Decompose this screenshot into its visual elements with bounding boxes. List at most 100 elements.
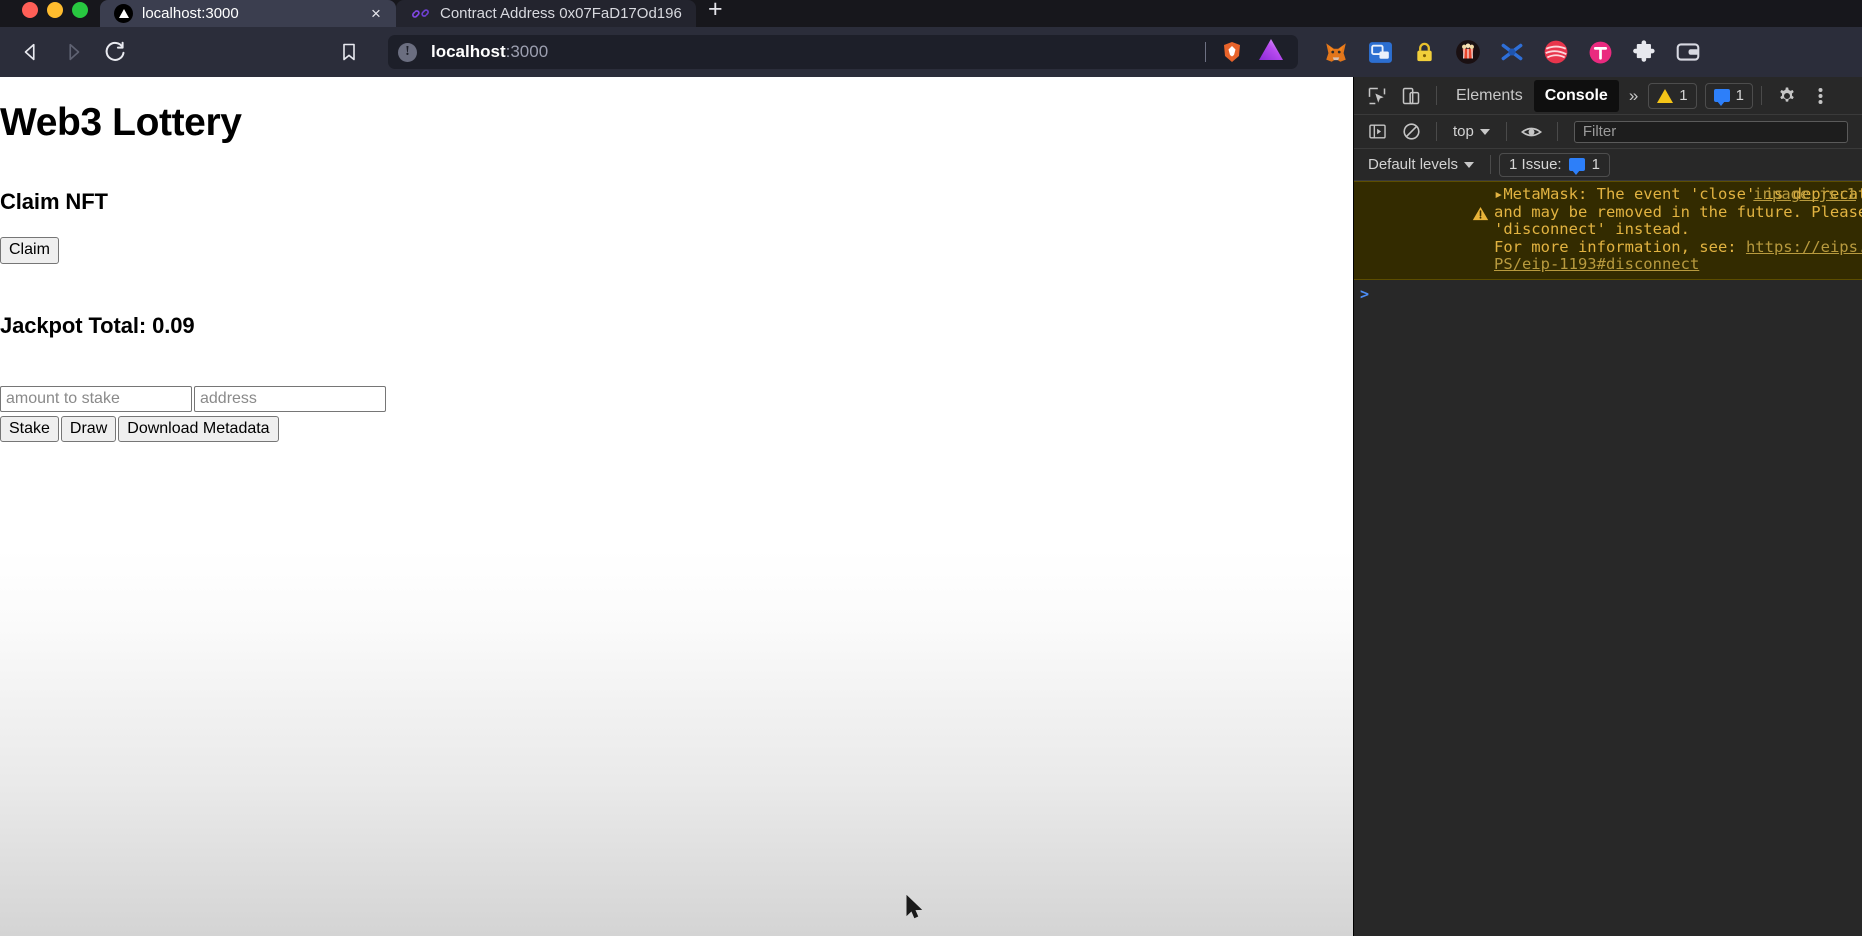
browser-window: localhost:3000 × Contract Address 0x07Fa… [0, 0, 1862, 936]
warning-triangle-icon [1360, 186, 1489, 274]
tab-elements[interactable]: Elements [1445, 80, 1534, 112]
divider [1490, 155, 1492, 174]
close-window-button[interactable] [22, 1, 38, 18]
zoom-window-button[interactable] [72, 1, 88, 18]
devtools-panel: Elements Console » 1 1 top Filter Defaul… [1354, 77, 1862, 936]
puzzle-piece-icon[interactable] [1630, 38, 1658, 66]
page-title: Web3 Lottery [0, 101, 242, 144]
divider [1436, 122, 1437, 141]
inspect-element-icon[interactable] [1360, 79, 1394, 113]
info-circle-icon[interactable]: ! [398, 42, 417, 62]
chevron-down-icon [1464, 161, 1475, 168]
nextjs-triangle-icon [114, 4, 133, 23]
warning-count: 1 [1679, 87, 1688, 104]
vercel-triangle-icon[interactable] [1258, 38, 1284, 66]
web3-lottery-app: Web3 Lottery Claim NFT Claim Jackpot Tot… [0, 77, 1353, 443]
url-port: :3000 [505, 42, 549, 61]
blue-cross-icon[interactable] [1498, 38, 1526, 66]
viewport-split: Web3 Lottery Claim NFT Claim Jackpot Tot… [0, 77, 1862, 936]
wallet-icon[interactable] [1674, 38, 1702, 66]
close-icon[interactable]: × [366, 4, 386, 24]
metamask-fox-icon[interactable] [1322, 38, 1350, 66]
console-sidebar-icon[interactable] [1360, 115, 1394, 149]
expand-arrow-icon[interactable]: ▸ [1494, 185, 1503, 203]
console-toolbar: top [1354, 115, 1862, 149]
issues-badge[interactable]: 1 Issue: 1 [1499, 152, 1610, 177]
message-bubble-icon [1568, 158, 1585, 175]
devtools-tabbar: Elements Console » 1 1 [1354, 77, 1862, 115]
warning-counter[interactable]: 1 [1648, 82, 1697, 109]
address-bar[interactable]: ! localhost:3000 [388, 35, 1298, 69]
tab-title: Contract Address 0x07FaD17Od196 [440, 5, 682, 22]
navigation-toolbar: ! localhost:3000 [0, 27, 1862, 77]
console-message-list: ▸MetaMask: The event 'close' is deprecat… [1354, 181, 1862, 936]
popcorn-icon[interactable] [1454, 38, 1482, 66]
claim-button[interactable]: Claim [0, 236, 59, 264]
kebab-menu-icon[interactable] [1804, 79, 1838, 113]
message-count: 1 [1735, 87, 1744, 104]
divider [1505, 122, 1507, 141]
console-message-source-link[interactable]: inpage.js:1 [1753, 185, 1856, 274]
address-input[interactable] [194, 385, 386, 412]
stake-amount-input[interactable] [0, 385, 192, 412]
message-bubble-icon [1713, 89, 1730, 106]
message-counter[interactable]: 1 [1704, 82, 1753, 109]
warning-line-3: 'disconnect' instead. [1493, 220, 1690, 238]
claim-row: Claim [0, 236, 1353, 264]
stake-form-inputs [0, 385, 1353, 412]
console-warning-text: ▸MetaMask: The event 'close' is deprecat… [1493, 185, 1862, 274]
etherscan-icon [410, 3, 431, 24]
divider [1556, 122, 1558, 141]
execution-context-selector[interactable]: top [1445, 123, 1498, 140]
jackpot-total-heading: Jackpot Total: 0.09 [0, 312, 195, 338]
pink-t-icon[interactable] [1586, 38, 1614, 66]
omnibox-divider [1205, 42, 1206, 62]
back-icon[interactable] [10, 31, 52, 73]
chevron-down-icon [1479, 128, 1490, 135]
console-warning-message[interactable]: ▸MetaMask: The event 'close' is deprecat… [1354, 181, 1862, 280]
stake-form-actions: Stake Draw Download Metadata [0, 415, 1353, 443]
device-toolbar-icon[interactable] [1394, 79, 1428, 113]
tab-localhost-3000[interactable]: localhost:3000 × [100, 0, 396, 27]
issues-label: 1 Issue: [1509, 156, 1562, 173]
brave-shields-icon[interactable] [1220, 40, 1244, 64]
log-levels-selector[interactable]: Default levels [1360, 156, 1482, 173]
tab-strip: localhost:3000 × Contract Address 0x07Fa… [0, 0, 1862, 27]
eip-link-part-2[interactable]: PS/eip-1193#disconnect [1494, 255, 1699, 273]
download-metadata-button[interactable]: Download Metadata [118, 415, 279, 443]
red-swirl-icon[interactable] [1542, 38, 1570, 66]
stake-button[interactable]: Stake [0, 415, 59, 443]
gear-icon[interactable] [1770, 79, 1804, 113]
new-tab-button[interactable]: + [696, 0, 735, 27]
tab-title: localhost:3000 [142, 5, 239, 22]
divider [1760, 86, 1762, 105]
omnibox-actions [1220, 38, 1288, 66]
window-controls [0, 0, 100, 27]
warning-line-4: For more information, see: [1493, 237, 1746, 256]
extensions-tray [1308, 38, 1702, 66]
execution-context-label: top [1453, 123, 1474, 140]
forward-icon[interactable] [52, 31, 94, 73]
warning-triangle-icon [1657, 88, 1674, 103]
console-levels-bar: Default levels 1 Issue: 1 [1354, 149, 1862, 181]
picture-in-picture-icon[interactable] [1366, 38, 1394, 66]
divider [1436, 86, 1437, 105]
issues-count: 1 [1591, 156, 1600, 173]
draw-button[interactable]: Draw [60, 415, 117, 443]
console-filter-input[interactable] [1573, 120, 1848, 143]
console-prompt[interactable]: > [1354, 280, 1862, 308]
more-panels-icon[interactable]: » [1619, 86, 1648, 106]
minimize-window-button[interactable] [47, 1, 63, 18]
bookmark-icon[interactable] [328, 31, 370, 73]
tab-console[interactable]: Console [1533, 79, 1619, 112]
tab-contract-address[interactable]: Contract Address 0x07FaD17Od196 [396, 0, 696, 27]
address-bar-url: localhost:3000 [431, 42, 548, 62]
live-expression-icon[interactable] [1515, 115, 1549, 149]
prompt-chevron-icon: > [1360, 284, 1370, 303]
url-host: localhost [431, 42, 506, 61]
clear-console-icon[interactable] [1394, 115, 1428, 149]
reload-icon[interactable] [94, 31, 136, 73]
padlock-icon[interactable] [1410, 38, 1438, 66]
log-levels-label: Default levels [1368, 156, 1459, 173]
mouse-cursor [905, 894, 925, 928]
